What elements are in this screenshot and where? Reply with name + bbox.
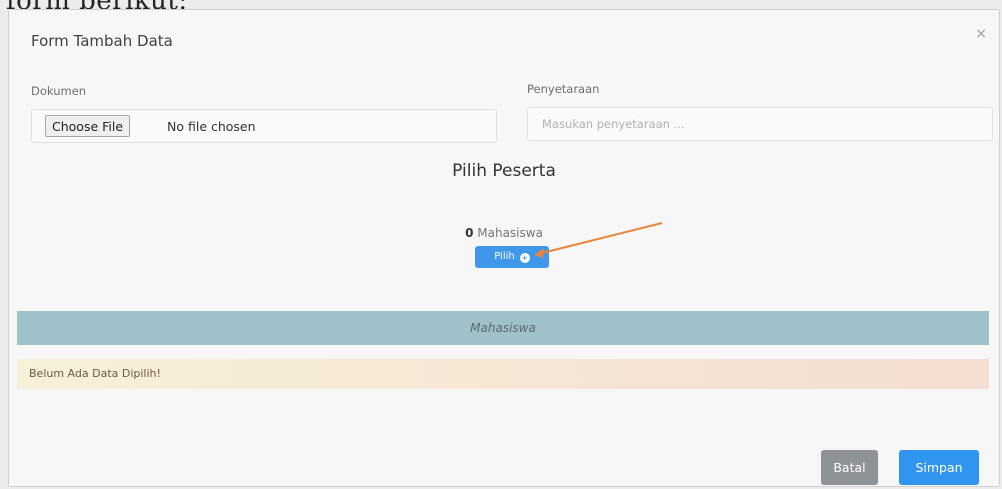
empty-alert: Belum Ada Data Dipilih! [17, 359, 989, 389]
annotation-arrow [534, 222, 663, 258]
page: form berikut: Form Tambah Data × Dokumen… [0, 0, 1002, 489]
table-header: Mahasiswa [17, 311, 989, 345]
simpan-button[interactable]: Simpan [899, 450, 979, 485]
batal-button[interactable]: Batal [821, 450, 878, 485]
form-modal: Form Tambah Data × Dokumen Choose File N… [8, 9, 1000, 487]
